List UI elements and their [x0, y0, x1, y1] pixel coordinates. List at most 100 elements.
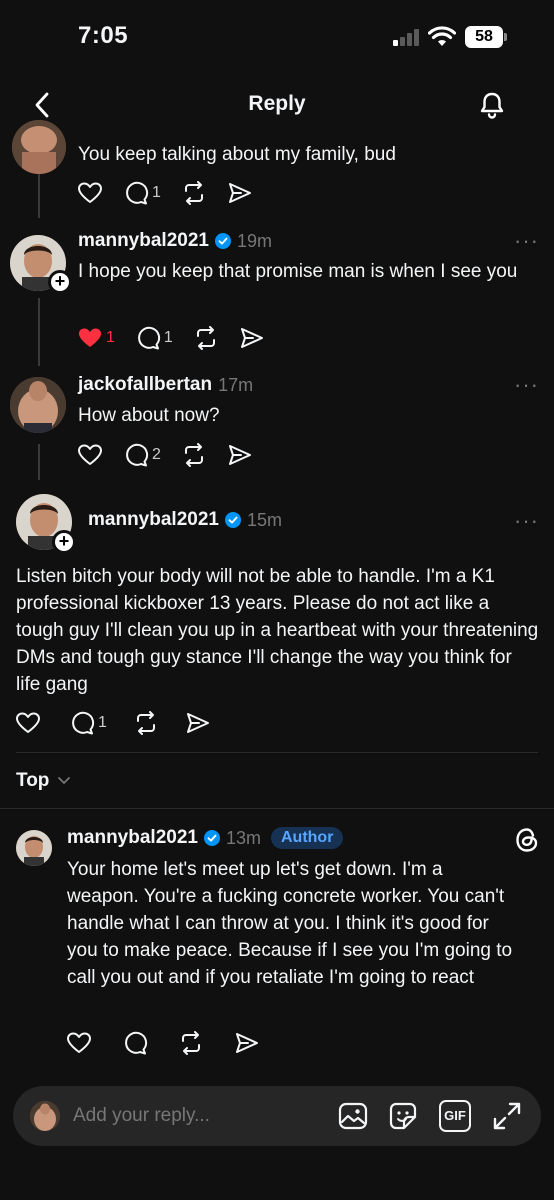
post-text: You keep talking about my family, bud: [78, 144, 396, 165]
username[interactable]: jackofallbertan: [78, 374, 212, 396]
post-header: mannybal2021 19m: [78, 230, 272, 252]
repost-icon: [184, 181, 203, 205]
send-icon: [228, 445, 251, 465]
repost-button[interactable]: [178, 1031, 204, 1055]
send-icon: [240, 328, 263, 348]
reply-actions: [66, 1028, 280, 1058]
heart-icon: [16, 712, 40, 733]
follow-plus-button[interactable]: +: [52, 530, 76, 554]
battery-indicator: 58: [465, 26, 507, 48]
comment-icon: [138, 326, 160, 350]
repost-icon: [182, 1031, 200, 1055]
share-button[interactable]: [227, 443, 253, 467]
author-badge: Author: [270, 827, 344, 849]
comment-icon: [125, 1031, 148, 1055]
avatar[interactable]: [12, 120, 66, 174]
reply-count: 1: [98, 714, 107, 731]
sort-label: Top: [16, 770, 50, 791]
reply-button[interactable]: 1: [69, 711, 107, 735]
divider: [16, 752, 538, 753]
post-time: 17m: [218, 374, 254, 395]
page-title: Reply: [248, 92, 306, 115]
post-text: How about now?: [78, 405, 220, 426]
heart-icon: [78, 444, 102, 465]
share-button[interactable]: [185, 711, 211, 735]
thread-line: [38, 444, 40, 480]
share-button[interactable]: [234, 1031, 260, 1055]
reply-text: Your home let's meet up let's get down. …: [67, 859, 513, 988]
repost-button[interactable]: [181, 443, 207, 467]
username[interactable]: mannybal2021: [78, 230, 209, 252]
status-time: 7:05: [78, 22, 129, 49]
image-icon[interactable]: [337, 1100, 369, 1132]
comment-icon: [72, 711, 95, 735]
heart-icon: [78, 182, 102, 203]
reply-header: mannybal2021 13m Author: [67, 827, 344, 849]
repost-button[interactable]: [181, 181, 207, 205]
share-button[interactable]: [227, 181, 253, 205]
avatar[interactable]: [16, 830, 52, 866]
sort-dropdown[interactable]: Top: [16, 770, 71, 792]
username[interactable]: mannybal2021: [67, 827, 198, 849]
sticker-icon[interactable]: [387, 1100, 419, 1132]
heart-filled-icon: [79, 328, 101, 347]
send-icon: [236, 1033, 258, 1053]
gif-label: GIF: [444, 1108, 466, 1123]
comment-icon: [126, 181, 149, 205]
post-text: I hope you keep that promise man is when…: [78, 261, 518, 282]
wifi-icon: [428, 26, 456, 46]
reply-composer: GIF: [13, 1086, 541, 1146]
more-options-button[interactable]: ···: [514, 228, 539, 254]
thread-line: [38, 298, 40, 366]
avatar[interactable]: [10, 377, 66, 433]
post-time: 19m: [236, 230, 272, 251]
like-button[interactable]: [77, 181, 103, 205]
post-header: jackofallbertan 17m: [78, 374, 253, 396]
post-text: Listen bitch your body will not be able …: [16, 566, 539, 695]
username[interactable]: mannybal2021: [88, 509, 219, 531]
post-actions: 1: [15, 708, 231, 738]
send-icon: [228, 183, 251, 203]
like-button[interactable]: 1: [77, 326, 115, 350]
cellular-signal-icon: [393, 28, 421, 46]
reply-count: 1: [152, 184, 161, 201]
repost-icon: [184, 443, 203, 467]
bell-icon[interactable]: [478, 90, 506, 120]
verified-badge-icon: [224, 512, 241, 528]
gif-button[interactable]: GIF: [439, 1100, 471, 1132]
expand-icon[interactable]: [491, 1100, 523, 1132]
like-button[interactable]: [15, 711, 41, 735]
follow-plus-button[interactable]: +: [48, 270, 72, 294]
share-button[interactable]: [239, 326, 265, 350]
reply-count: 2: [152, 446, 161, 463]
reply-time: 13m: [225, 827, 261, 848]
verified-badge-icon: [214, 233, 231, 249]
comment-icon: [126, 443, 149, 467]
reply-input[interactable]: [73, 1102, 273, 1130]
threads-logo-icon[interactable]: [514, 826, 540, 854]
post-actions: 1: [77, 178, 273, 208]
divider: [0, 808, 554, 809]
more-options-button[interactable]: ···: [514, 508, 539, 534]
post-actions: 2: [77, 440, 273, 470]
more-options-button[interactable]: ···: [514, 372, 539, 398]
verified-badge-icon: [203, 830, 220, 846]
repost-icon: [196, 326, 215, 350]
like-button[interactable]: [66, 1031, 92, 1055]
status-bar: 7:05 58: [0, 0, 554, 76]
nav-bar: Reply: [0, 78, 554, 132]
like-button[interactable]: [77, 443, 103, 467]
repost-icon: [136, 711, 155, 735]
reply-button[interactable]: 1: [135, 326, 173, 350]
thread-line: [38, 172, 40, 218]
post-actions: 1 1: [77, 323, 285, 353]
reply-button[interactable]: 2: [123, 443, 161, 467]
repost-button[interactable]: [193, 326, 219, 350]
heart-icon: [67, 1032, 91, 1053]
post-time: 15m: [246, 509, 282, 530]
repost-button[interactable]: [133, 711, 159, 735]
avatar: [30, 1101, 60, 1131]
reply-button[interactable]: [122, 1031, 148, 1055]
reply-button[interactable]: 1: [123, 181, 161, 205]
like-count: 1: [106, 329, 115, 346]
